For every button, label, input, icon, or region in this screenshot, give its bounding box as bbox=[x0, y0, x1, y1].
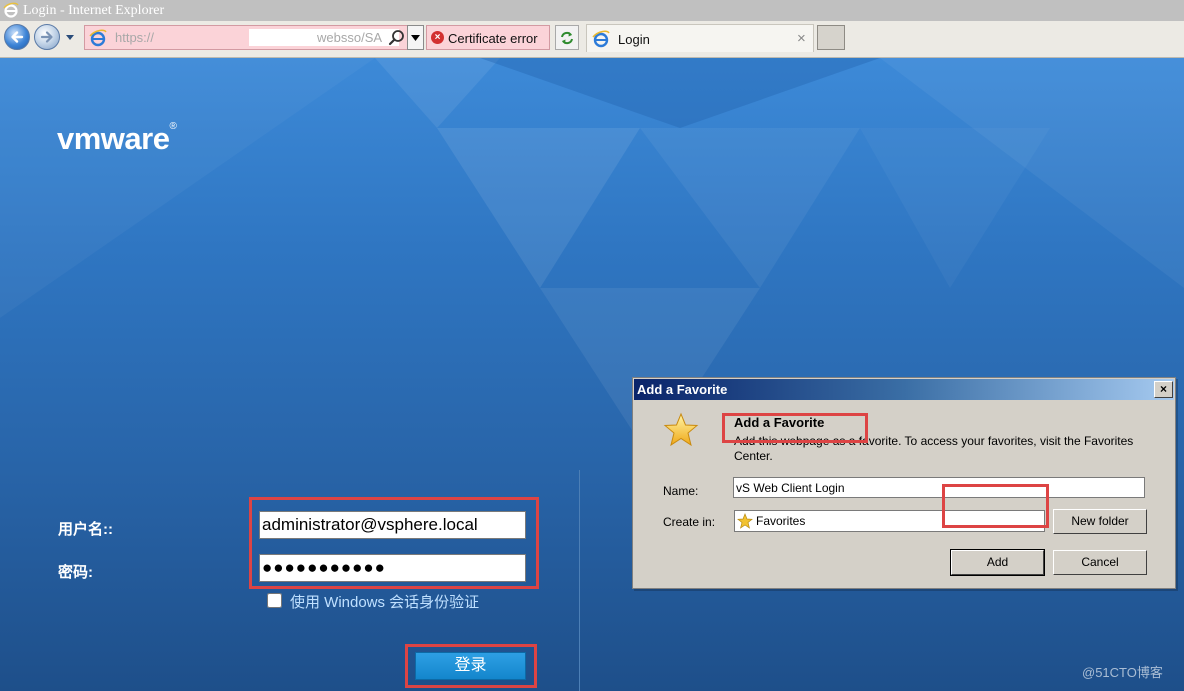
dialog-close-button[interactable]: × bbox=[1154, 381, 1173, 398]
tab-login[interactable]: Login × bbox=[586, 24, 814, 52]
username-label: 用户名:: bbox=[58, 521, 113, 538]
navigation-bar: https:// websso/SA × Certificate error L… bbox=[0, 21, 1184, 58]
address-dropdown-button[interactable] bbox=[407, 25, 424, 50]
cancel-button[interactable]: Cancel bbox=[1053, 550, 1147, 575]
url-suffix: websso/SA bbox=[317, 30, 383, 45]
address-bar[interactable]: https:// websso/SA bbox=[84, 25, 424, 50]
window-titlebar: Login - Internet Explorer bbox=[0, 0, 1184, 21]
dropdown-arrow-icon bbox=[411, 35, 420, 41]
star-icon bbox=[663, 412, 699, 447]
window-title: Login - Internet Explorer bbox=[23, 3, 165, 18]
create-in-value: Favorites bbox=[756, 514, 806, 528]
watermark: @51CTO博客 bbox=[1082, 665, 1163, 680]
name-label: Name: bbox=[663, 484, 699, 498]
refresh-icon bbox=[561, 31, 573, 45]
forward-arrow-icon bbox=[40, 31, 53, 43]
forward-button[interactable] bbox=[34, 24, 60, 50]
tab-label: Login bbox=[618, 32, 650, 47]
favorite-name-input[interactable] bbox=[733, 477, 1145, 498]
name-highlight bbox=[722, 413, 868, 443]
create-in-label: Create in: bbox=[663, 515, 716, 529]
favorites-star-icon bbox=[737, 513, 753, 529]
tab-close-icon[interactable]: × bbox=[797, 30, 806, 47]
login-divider bbox=[579, 470, 580, 691]
username-input[interactable] bbox=[259, 511, 526, 539]
ie-page-icon bbox=[89, 29, 107, 47]
windows-session-label: 使用 Windows 会话身份验证 bbox=[290, 594, 480, 611]
url-prefix: https:// bbox=[115, 30, 155, 45]
password-input[interactable] bbox=[259, 554, 526, 582]
back-arrow-icon bbox=[11, 31, 24, 43]
ie-icon bbox=[3, 2, 19, 18]
add-button-highlight bbox=[942, 484, 1049, 528]
add-button[interactable]: Add bbox=[950, 549, 1045, 576]
history-dropdown-icon[interactable] bbox=[64, 31, 76, 43]
refresh-button[interactable] bbox=[555, 25, 579, 50]
vmware-logo: vmware® bbox=[57, 121, 177, 157]
new-folder-button[interactable]: New folder bbox=[1053, 509, 1147, 534]
new-tab-button[interactable] bbox=[817, 25, 845, 50]
logo-text: vmware bbox=[57, 121, 170, 156]
certificate-error-label: Certificate error bbox=[448, 31, 538, 46]
dialog-title: Add a Favorite bbox=[637, 382, 728, 397]
back-button[interactable] bbox=[4, 24, 30, 50]
logo-registered-mark: ® bbox=[169, 121, 177, 132]
windows-session-checkbox[interactable] bbox=[267, 593, 282, 608]
dialog-titlebar: Add a Favorite × bbox=[634, 379, 1174, 400]
login-button[interactable]: 登录 bbox=[415, 652, 526, 680]
cert-error-icon: × bbox=[431, 31, 444, 44]
certificate-error-button[interactable]: × Certificate error bbox=[426, 25, 550, 50]
login-page: vmware® 用户名:: 密码: 使用 Windows 会话身份验证 登录 @… bbox=[0, 58, 1184, 691]
background-triangles bbox=[0, 58, 1184, 458]
search-icon[interactable] bbox=[387, 29, 407, 47]
password-label: 密码: bbox=[58, 564, 93, 581]
ie-page-icon bbox=[592, 30, 610, 48]
